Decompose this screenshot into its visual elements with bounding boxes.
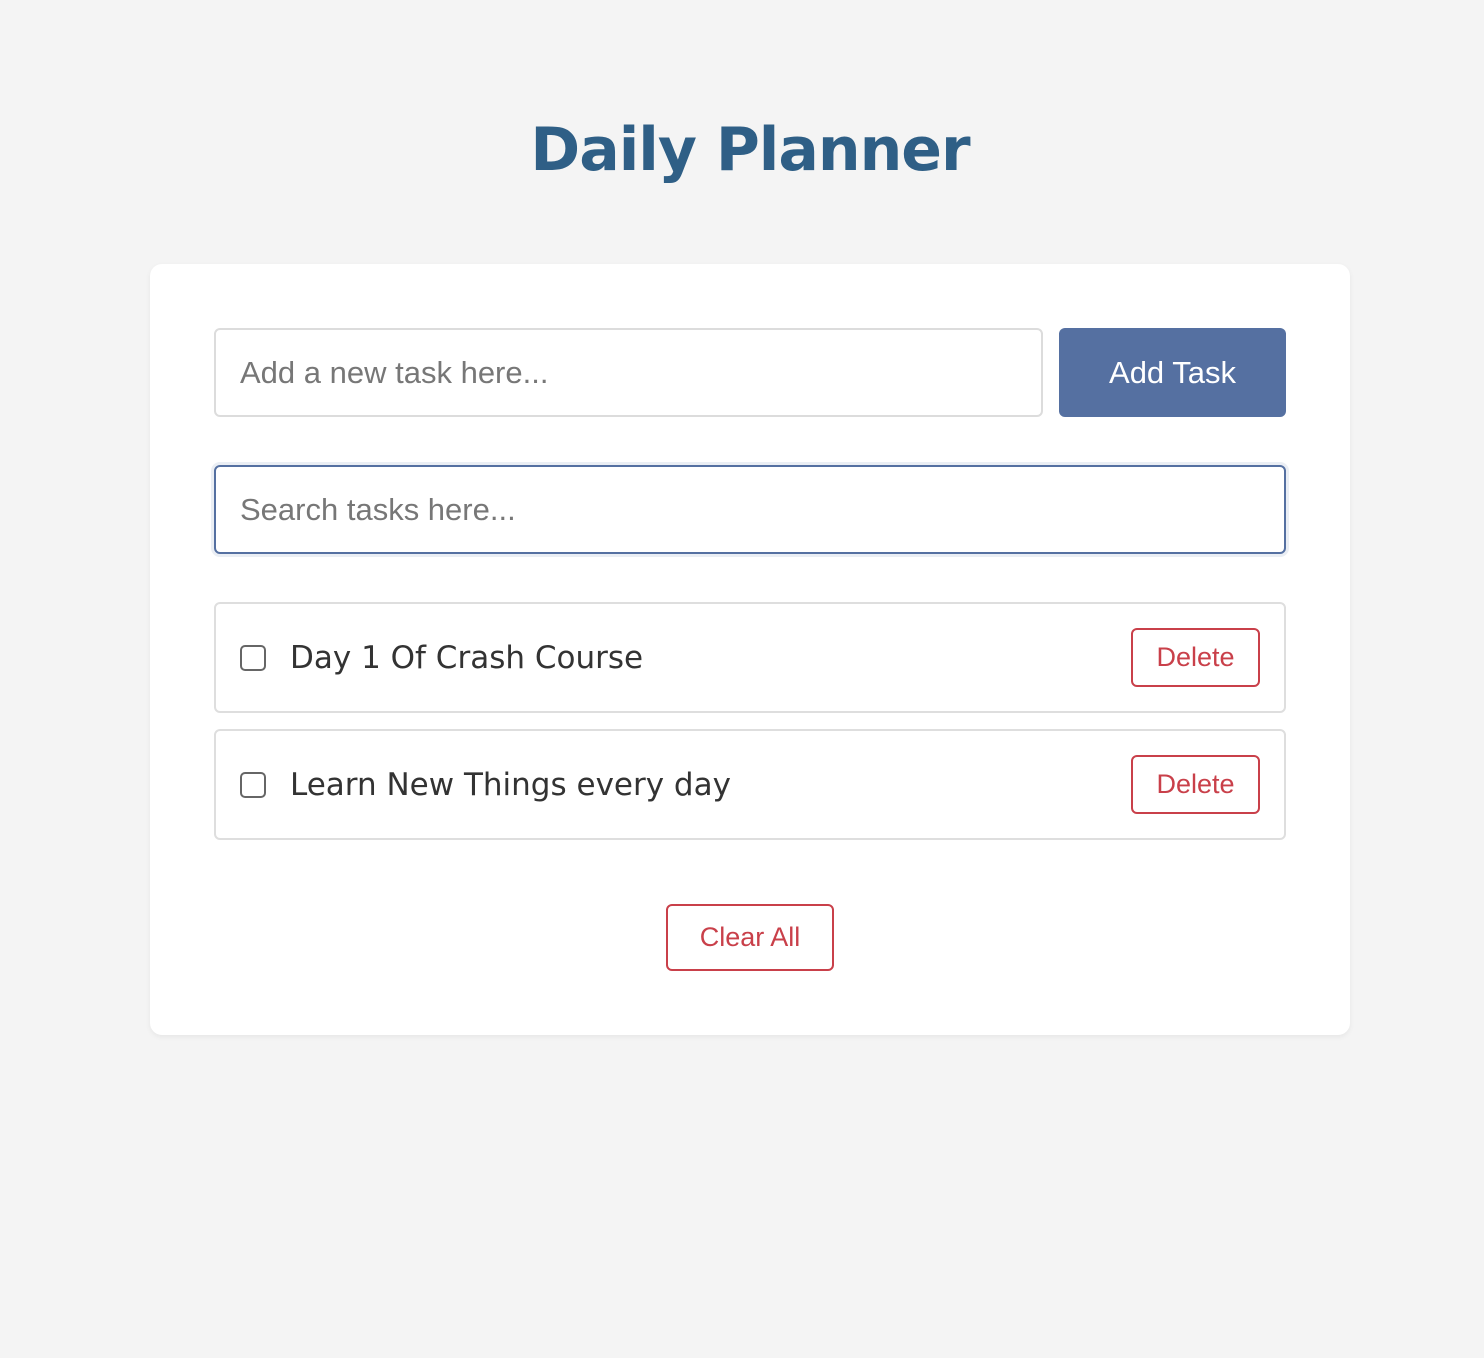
clear-all-button[interactable]: Clear All <box>666 904 834 971</box>
task-item: Day 1 Of Crash Course Delete <box>214 602 1286 713</box>
task-text: Learn New Things every day <box>290 767 731 803</box>
search-input[interactable] <box>214 465 1286 554</box>
new-task-input[interactable] <box>214 328 1043 417</box>
delete-task-button[interactable]: Delete <box>1131 755 1260 814</box>
task-checkbox[interactable] <box>240 772 266 798</box>
page-title: Daily Planner <box>530 115 970 185</box>
add-task-button[interactable]: Add Task <box>1059 328 1286 417</box>
task-item: Learn New Things every day Delete <box>214 729 1286 840</box>
delete-task-button[interactable]: Delete <box>1131 628 1260 687</box>
task-list: Day 1 Of Crash Course Delete Learn New T… <box>214 602 1286 856</box>
planner-card: Add Task Day 1 Of Crash Course Delete Le… <box>150 264 1350 1035</box>
task-checkbox[interactable] <box>240 645 266 671</box>
task-text: Day 1 Of Crash Course <box>290 640 644 676</box>
